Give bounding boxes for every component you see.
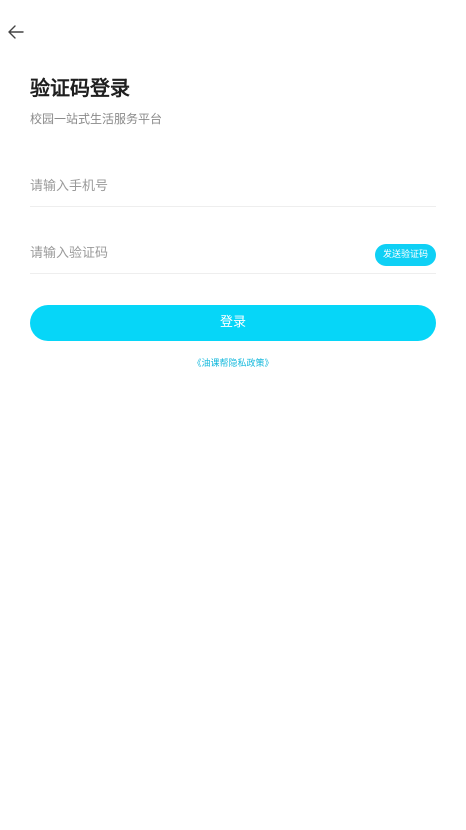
arrow-left-icon (8, 25, 24, 39)
back-button[interactable] (4, 20, 28, 44)
privacy-policy-link[interactable]: 《油课帮隐私政策》 (0, 356, 466, 369)
send-code-button[interactable]: 发送验证码 (374, 244, 436, 266)
login-button[interactable]: 登录 (30, 305, 436, 341)
verification-code-input[interactable] (30, 234, 360, 272)
page-title: 验证码登录 (30, 76, 130, 100)
phone-field (30, 167, 436, 207)
phone-input[interactable] (30, 167, 436, 205)
page-subtitle: 校园一站式生活服务平台 (30, 112, 163, 126)
code-field: 发送验证码 (30, 234, 436, 274)
